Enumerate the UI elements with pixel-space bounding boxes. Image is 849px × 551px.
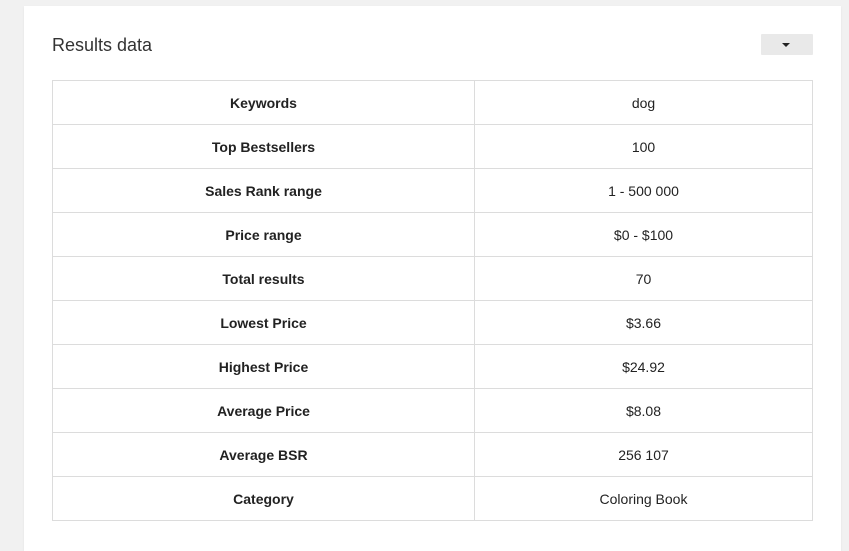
row-value: 1 - 500 000 — [474, 168, 813, 213]
row-label: Price range — [52, 212, 475, 257]
row-label: Average Price — [52, 388, 475, 433]
row-label: Lowest Price — [52, 300, 475, 345]
row-label: Top Bestsellers — [52, 124, 475, 169]
table-row: Average Price $8.08 — [52, 388, 813, 433]
row-value: 100 — [474, 124, 813, 169]
table-row: Lowest Price $3.66 — [52, 300, 813, 345]
results-card: Results data Keywords dog Top Bestseller… — [24, 6, 841, 551]
row-value: $0 - $100 — [474, 212, 813, 257]
results-table: Keywords dog Top Bestsellers 100 Sales R… — [52, 80, 813, 521]
table-row: Price range $0 - $100 — [52, 212, 813, 257]
table-row: Sales Rank range 1 - 500 000 — [52, 168, 813, 213]
row-label: Total results — [52, 256, 475, 301]
table-row: Highest Price $24.92 — [52, 344, 813, 389]
caret-down-icon — [782, 43, 790, 47]
row-value: 256 107 — [474, 432, 813, 477]
row-label: Category — [52, 476, 475, 521]
table-row: Keywords dog — [52, 80, 813, 125]
row-value: 70 — [474, 256, 813, 301]
row-label: Highest Price — [52, 344, 475, 389]
results-title: Results data — [52, 35, 153, 55]
row-value: $3.66 — [474, 300, 813, 345]
row-value: dog — [474, 80, 813, 125]
row-label: Keywords — [52, 80, 475, 125]
row-label: Sales Rank range — [52, 168, 475, 213]
row-value: Coloring Book — [474, 476, 813, 521]
table-row: Top Bestsellers 100 — [52, 124, 813, 169]
table-row: Category Coloring Book — [52, 476, 813, 521]
table-row: Total results 70 — [52, 256, 813, 301]
row-value: $8.08 — [474, 388, 813, 433]
table-row: Average BSR 256 107 — [52, 432, 813, 477]
options-dropdown-button[interactable] — [761, 34, 813, 55]
row-label: Average BSR — [52, 432, 475, 477]
row-value: $24.92 — [474, 344, 813, 389]
